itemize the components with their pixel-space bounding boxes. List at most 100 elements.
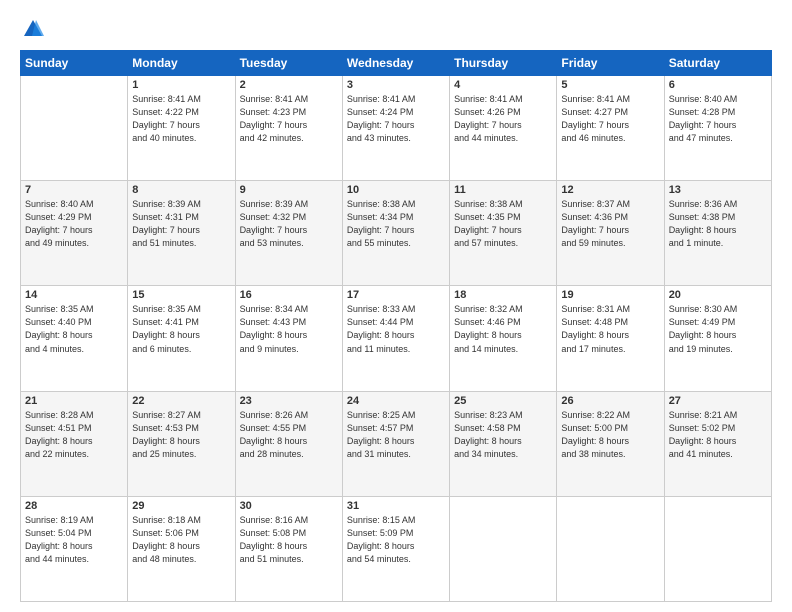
day-cell bbox=[450, 496, 557, 601]
page: SundayMondayTuesdayWednesdayThursdayFrid… bbox=[0, 0, 792, 612]
day-cell: 31Sunrise: 8:15 AM Sunset: 5:09 PM Dayli… bbox=[342, 496, 449, 601]
day-cell: 16 Sunrise: 8:34 AM Sunset: 4:43 PM Dayli… bbox=[235, 286, 342, 391]
day-cell: 14 Sunrise: 8:35 AM Sunset: 4:40 PM Dayli… bbox=[21, 286, 128, 391]
day-number: 30 bbox=[240, 500, 338, 512]
day-cell: 6 Sunrise: 8:40 AM Sunset: 4:28 PM Daylig… bbox=[664, 76, 771, 181]
day-number: 16 bbox=[240, 289, 338, 301]
day-number: 17 bbox=[347, 289, 445, 301]
day-number: 13 bbox=[669, 184, 767, 196]
day-number: 29 bbox=[132, 500, 230, 512]
day-cell: 9Sunrise: 8:39 AM Sunset: 4:32 PM Daylig… bbox=[235, 181, 342, 286]
day-info: Sunrise: 8:32 AM Sunset: 4:46 PM Dayligh… bbox=[454, 303, 552, 355]
day-number: 25 bbox=[454, 395, 552, 407]
day-number: 11 bbox=[454, 184, 552, 196]
header bbox=[20, 18, 772, 40]
day-cell: 30 Sunrise: 8:16 AM Sunset: 5:08 PM Dayli… bbox=[235, 496, 342, 601]
day-cell: 13 Sunrise: 8:36 AM Sunset: 4:38 PM Dayli… bbox=[664, 181, 771, 286]
day-info: Sunrise: 8:41 AM Sunset: 4:26 PM Dayligh… bbox=[454, 93, 552, 145]
day-info: Sunrise: 8:23 AM Sunset: 4:58 PM Dayligh… bbox=[454, 409, 552, 461]
day-info: Sunrise: 8:38 AM Sunset: 4:35 PM Dayligh… bbox=[454, 198, 552, 250]
day-number: 23 bbox=[240, 395, 338, 407]
day-cell: 28 Sunrise: 8:19 AM Sunset: 5:04 PM Dayli… bbox=[21, 496, 128, 601]
day-cell: 20 Sunrise: 8:30 AM Sunset: 4:49 PM Dayli… bbox=[664, 286, 771, 391]
col-header-tuesday: Tuesday bbox=[235, 51, 342, 76]
day-number: 28 bbox=[25, 500, 123, 512]
day-cell: 1Sunrise: 8:41 AM Sunset: 4:22 PM Daylig… bbox=[128, 76, 235, 181]
day-cell: 29Sunrise: 8:18 AM Sunset: 5:06 PM Dayli… bbox=[128, 496, 235, 601]
day-number: 24 bbox=[347, 395, 445, 407]
col-header-friday: Friday bbox=[557, 51, 664, 76]
day-info: Sunrise: 8:39 AM Sunset: 4:31 PM Dayligh… bbox=[132, 198, 230, 250]
day-number: 12 bbox=[561, 184, 659, 196]
week-row: 28 Sunrise: 8:19 AM Sunset: 5:04 PM Dayli… bbox=[21, 496, 772, 601]
day-info: Sunrise: 8:33 AM Sunset: 4:44 PM Dayligh… bbox=[347, 303, 445, 355]
day-info: Sunrise: 8:30 AM Sunset: 4:49 PM Dayligh… bbox=[669, 303, 767, 355]
header-row: SundayMondayTuesdayWednesdayThursdayFrid… bbox=[21, 51, 772, 76]
day-number: 9 bbox=[240, 184, 338, 196]
day-number: 6 bbox=[669, 79, 767, 91]
day-cell bbox=[664, 496, 771, 601]
day-info: Sunrise: 8:41 AM Sunset: 4:22 PM Dayligh… bbox=[132, 93, 230, 145]
day-info: Sunrise: 8:38 AM Sunset: 4:34 PM Dayligh… bbox=[347, 198, 445, 250]
day-info: Sunrise: 8:41 AM Sunset: 4:23 PM Dayligh… bbox=[240, 93, 338, 145]
day-number: 22 bbox=[132, 395, 230, 407]
day-cell: 5Sunrise: 8:41 AM Sunset: 4:27 PM Daylig… bbox=[557, 76, 664, 181]
day-cell: 3 Sunrise: 8:41 AM Sunset: 4:24 PM Daylig… bbox=[342, 76, 449, 181]
logo bbox=[20, 18, 44, 40]
col-header-monday: Monday bbox=[128, 51, 235, 76]
day-cell: 27 Sunrise: 8:21 AM Sunset: 5:02 PM Dayli… bbox=[664, 391, 771, 496]
col-header-saturday: Saturday bbox=[664, 51, 771, 76]
day-info: Sunrise: 8:35 AM Sunset: 4:41 PM Dayligh… bbox=[132, 303, 230, 355]
day-cell: 11 Sunrise: 8:38 AM Sunset: 4:35 PM Dayli… bbox=[450, 181, 557, 286]
col-header-wednesday: Wednesday bbox=[342, 51, 449, 76]
day-cell: 10 Sunrise: 8:38 AM Sunset: 4:34 PM Dayli… bbox=[342, 181, 449, 286]
day-info: Sunrise: 8:36 AM Sunset: 4:38 PM Dayligh… bbox=[669, 198, 767, 250]
day-number: 20 bbox=[669, 289, 767, 301]
day-info: Sunrise: 8:41 AM Sunset: 4:27 PM Dayligh… bbox=[561, 93, 659, 145]
day-cell: 23 Sunrise: 8:26 AM Sunset: 4:55 PM Dayli… bbox=[235, 391, 342, 496]
day-info: Sunrise: 8:34 AM Sunset: 4:43 PM Dayligh… bbox=[240, 303, 338, 355]
day-number: 27 bbox=[669, 395, 767, 407]
day-number: 8 bbox=[132, 184, 230, 196]
day-cell: 7Sunrise: 8:40 AM Sunset: 4:29 PM Daylig… bbox=[21, 181, 128, 286]
day-number: 26 bbox=[561, 395, 659, 407]
day-number: 10 bbox=[347, 184, 445, 196]
day-cell: 12 Sunrise: 8:37 AM Sunset: 4:36 PM Dayli… bbox=[557, 181, 664, 286]
day-info: Sunrise: 8:16 AM Sunset: 5:08 PM Dayligh… bbox=[240, 514, 338, 566]
day-cell: 4 Sunrise: 8:41 AM Sunset: 4:26 PM Daylig… bbox=[450, 76, 557, 181]
day-cell bbox=[557, 496, 664, 601]
day-cell: 24Sunrise: 8:25 AM Sunset: 4:57 PM Dayli… bbox=[342, 391, 449, 496]
day-number: 3 bbox=[347, 79, 445, 91]
day-cell: 26 Sunrise: 8:22 AM Sunset: 5:00 PM Dayli… bbox=[557, 391, 664, 496]
day-info: Sunrise: 8:21 AM Sunset: 5:02 PM Dayligh… bbox=[669, 409, 767, 461]
week-row: 7Sunrise: 8:40 AM Sunset: 4:29 PM Daylig… bbox=[21, 181, 772, 286]
day-number: 19 bbox=[561, 289, 659, 301]
day-info: Sunrise: 8:15 AM Sunset: 5:09 PM Dayligh… bbox=[347, 514, 445, 566]
day-cell: 15 Sunrise: 8:35 AM Sunset: 4:41 PM Dayli… bbox=[128, 286, 235, 391]
day-cell: 18Sunrise: 8:32 AM Sunset: 4:46 PM Dayli… bbox=[450, 286, 557, 391]
day-info: Sunrise: 8:40 AM Sunset: 4:28 PM Dayligh… bbox=[669, 93, 767, 145]
day-number: 4 bbox=[454, 79, 552, 91]
day-info: Sunrise: 8:35 AM Sunset: 4:40 PM Dayligh… bbox=[25, 303, 123, 355]
day-info: Sunrise: 8:26 AM Sunset: 4:55 PM Dayligh… bbox=[240, 409, 338, 461]
day-cell: 22Sunrise: 8:27 AM Sunset: 4:53 PM Dayli… bbox=[128, 391, 235, 496]
day-number: 15 bbox=[132, 289, 230, 301]
day-cell bbox=[21, 76, 128, 181]
week-row: 1Sunrise: 8:41 AM Sunset: 4:22 PM Daylig… bbox=[21, 76, 772, 181]
logo-icon bbox=[22, 18, 44, 40]
day-cell: 8 Sunrise: 8:39 AM Sunset: 4:31 PM Daylig… bbox=[128, 181, 235, 286]
day-info: Sunrise: 8:28 AM Sunset: 4:51 PM Dayligh… bbox=[25, 409, 123, 461]
day-number: 14 bbox=[25, 289, 123, 301]
day-number: 21 bbox=[25, 395, 123, 407]
day-info: Sunrise: 8:37 AM Sunset: 4:36 PM Dayligh… bbox=[561, 198, 659, 250]
day-info: Sunrise: 8:40 AM Sunset: 4:29 PM Dayligh… bbox=[25, 198, 123, 250]
day-cell: 21 Sunrise: 8:28 AM Sunset: 4:51 PM Dayli… bbox=[21, 391, 128, 496]
day-cell: 25 Sunrise: 8:23 AM Sunset: 4:58 PM Dayli… bbox=[450, 391, 557, 496]
day-info: Sunrise: 8:41 AM Sunset: 4:24 PM Dayligh… bbox=[347, 93, 445, 145]
day-number: 2 bbox=[240, 79, 338, 91]
day-cell: 17 Sunrise: 8:33 AM Sunset: 4:44 PM Dayli… bbox=[342, 286, 449, 391]
day-info: Sunrise: 8:31 AM Sunset: 4:48 PM Dayligh… bbox=[561, 303, 659, 355]
day-info: Sunrise: 8:19 AM Sunset: 5:04 PM Dayligh… bbox=[25, 514, 123, 566]
day-info: Sunrise: 8:22 AM Sunset: 5:00 PM Dayligh… bbox=[561, 409, 659, 461]
day-cell: 19 Sunrise: 8:31 AM Sunset: 4:48 PM Dayli… bbox=[557, 286, 664, 391]
